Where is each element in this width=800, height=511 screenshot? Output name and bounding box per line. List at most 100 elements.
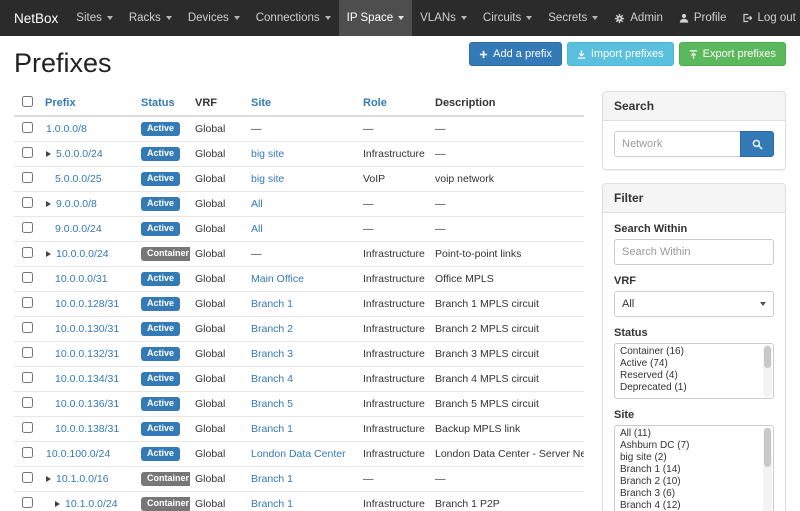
scrollbar-thumb[interactable] (764, 346, 771, 368)
row-checkbox[interactable] (22, 197, 33, 208)
row-checkbox[interactable] (22, 147, 33, 158)
select-all-checkbox[interactable] (22, 96, 33, 107)
prefix-link[interactable]: 10.0.100.0/24 (46, 448, 110, 460)
filter-option[interactable]: Branch 4 (12) (617, 500, 760, 511)
expand-caret-icon[interactable] (46, 476, 51, 482)
expand-caret-icon[interactable] (46, 151, 51, 157)
expand-caret-icon[interactable] (55, 501, 60, 507)
filter-option[interactable]: Branch 3 (6) (617, 488, 760, 500)
row-checkbox[interactable] (22, 347, 33, 358)
prefix-cell: 10.0.100.0/24 (40, 442, 136, 467)
search-within-input[interactable] (614, 239, 774, 265)
row-checkbox[interactable] (22, 497, 33, 508)
prefix-link[interactable]: 10.0.0.138/31 (55, 423, 119, 435)
filter-option[interactable]: Active (74) (617, 358, 760, 370)
site-link[interactable]: Branch 1 (251, 298, 293, 310)
filter-option[interactable]: Ashburn DC (7) (617, 440, 760, 452)
site-link[interactable]: big site (251, 173, 284, 185)
prefix-row: 10.0.100.0/24ActiveGlobalLondon Data Cen… (14, 442, 584, 467)
filter-option[interactable]: Container (16) (617, 346, 760, 358)
nav-item-vlans[interactable]: VLANs (412, 0, 475, 36)
scrollbar[interactable] (763, 345, 772, 397)
nav-item-log-out[interactable]: Log out (734, 0, 800, 36)
nav-item-sites[interactable]: Sites (68, 0, 121, 36)
expand-caret-icon[interactable] (46, 251, 51, 257)
row-checkbox[interactable] (22, 447, 33, 458)
column-header-prefix[interactable]: Prefix (40, 91, 136, 116)
vrf-cell: Global (190, 492, 246, 511)
column-header-site[interactable]: Site (246, 91, 358, 116)
filter-option[interactable]: Branch 2 (10) (617, 476, 760, 488)
nav-item-racks[interactable]: Racks (121, 0, 180, 36)
prefix-link[interactable]: 10.0.0.130/31 (55, 323, 119, 335)
prefix-link[interactable]: 10.1.0.0/16 (56, 473, 109, 485)
filter-option[interactable]: Reserved (4) (617, 370, 760, 382)
row-checkbox[interactable] (22, 272, 33, 283)
site-link[interactable]: All (251, 223, 263, 235)
site-link[interactable]: Branch 1 (251, 473, 293, 485)
prefix-link[interactable]: 10.0.0.0/31 (55, 273, 108, 285)
nav-item-admin[interactable]: Admin (606, 0, 671, 36)
nav-item-connections[interactable]: Connections (248, 0, 339, 36)
description-cell: Branch 4 MPLS circuit (430, 367, 584, 392)
nav-item-circuits[interactable]: Circuits (475, 0, 540, 36)
prefix-link[interactable]: 10.0.0.128/31 (55, 298, 119, 310)
search-button[interactable] (740, 131, 774, 157)
prefix-link[interactable]: 10.0.0.136/31 (55, 398, 119, 410)
row-checkbox[interactable] (22, 247, 33, 258)
prefix-link[interactable]: 9.0.0.0/24 (55, 223, 102, 235)
filter-option[interactable]: Deprecated (1) (617, 382, 760, 394)
row-checkbox[interactable] (22, 372, 33, 383)
site-link[interactable]: Branch 4 (251, 373, 293, 385)
site-link[interactable]: Branch 5 (251, 398, 293, 410)
row-checkbox[interactable] (22, 397, 33, 408)
site-link[interactable]: Branch 1 (251, 423, 293, 435)
filter-option[interactable]: All (11) (617, 428, 760, 440)
prefix-link[interactable]: 10.1.0.0/24 (65, 498, 118, 510)
filter-option[interactable]: big site (2) (617, 452, 760, 464)
prefix-link[interactable]: 10.0.0.132/31 (55, 348, 119, 360)
add-a-prefix-button[interactable]: Add a prefix (469, 42, 562, 66)
row-checkbox[interactable] (22, 322, 33, 333)
row-checkbox[interactable] (22, 172, 33, 183)
prefix-link[interactable]: 1.0.0.0/8 (46, 123, 87, 135)
nav-item-devices[interactable]: Devices (180, 0, 248, 36)
search-input[interactable] (614, 131, 741, 157)
site-link[interactable]: Branch 1 (251, 498, 293, 510)
site-link[interactable]: Branch 3 (251, 348, 293, 360)
export-prefixes-button[interactable]: Export prefixes (679, 42, 786, 66)
scrollbar-thumb[interactable] (764, 428, 771, 467)
prefix-link[interactable]: 10.0.0.134/31 (55, 373, 119, 385)
import-prefixes-button[interactable]: Import prefixes (567, 42, 674, 66)
status-listbox[interactable]: Container (16)Active (74)Reserved (4)Dep… (614, 343, 774, 399)
site-link[interactable]: Main Office (251, 273, 304, 285)
nav-item-secrets[interactable]: Secrets (540, 0, 606, 36)
row-checkbox[interactable] (22, 422, 33, 433)
site-link[interactable]: big site (251, 148, 284, 160)
row-checkbox[interactable] (22, 297, 33, 308)
column-header-role[interactable]: Role (358, 91, 430, 116)
prefix-link[interactable]: 9.0.0.0/8 (56, 198, 97, 210)
app-brand[interactable]: NetBox (8, 0, 68, 36)
site-link[interactable]: London Data Center (251, 448, 346, 460)
prefix-link[interactable]: 5.0.0.0/24 (56, 148, 103, 160)
site-listbox[interactable]: All (11)Ashburn DC (7)big site (2)Branch… (614, 425, 774, 511)
site-link[interactable]: Branch 2 (251, 323, 293, 335)
nav-item-label: IP Space (347, 12, 393, 24)
row-checkbox[interactable] (22, 222, 33, 233)
prefix-link[interactable]: 10.0.0.0/24 (56, 248, 109, 260)
prefix-link[interactable]: 5.0.0.0/25 (55, 173, 102, 185)
vrf-select[interactable]: All (614, 291, 774, 317)
button-label: Add a prefix (493, 48, 552, 60)
nav-item-ip-space[interactable]: IP Space (339, 0, 412, 36)
expand-caret-icon[interactable] (46, 201, 51, 207)
row-checkbox[interactable] (22, 472, 33, 483)
nav-item-profile[interactable]: Profile (671, 0, 735, 36)
filter-option[interactable]: Branch 1 (14) (617, 464, 760, 476)
site-link[interactable]: All (251, 198, 263, 210)
role-cell: Infrastructure (358, 492, 430, 511)
row-checkbox[interactable] (22, 122, 33, 133)
scrollbar[interactable] (763, 427, 772, 511)
column-header-status[interactable]: Status (136, 91, 190, 116)
status-badge: Active (141, 172, 180, 186)
